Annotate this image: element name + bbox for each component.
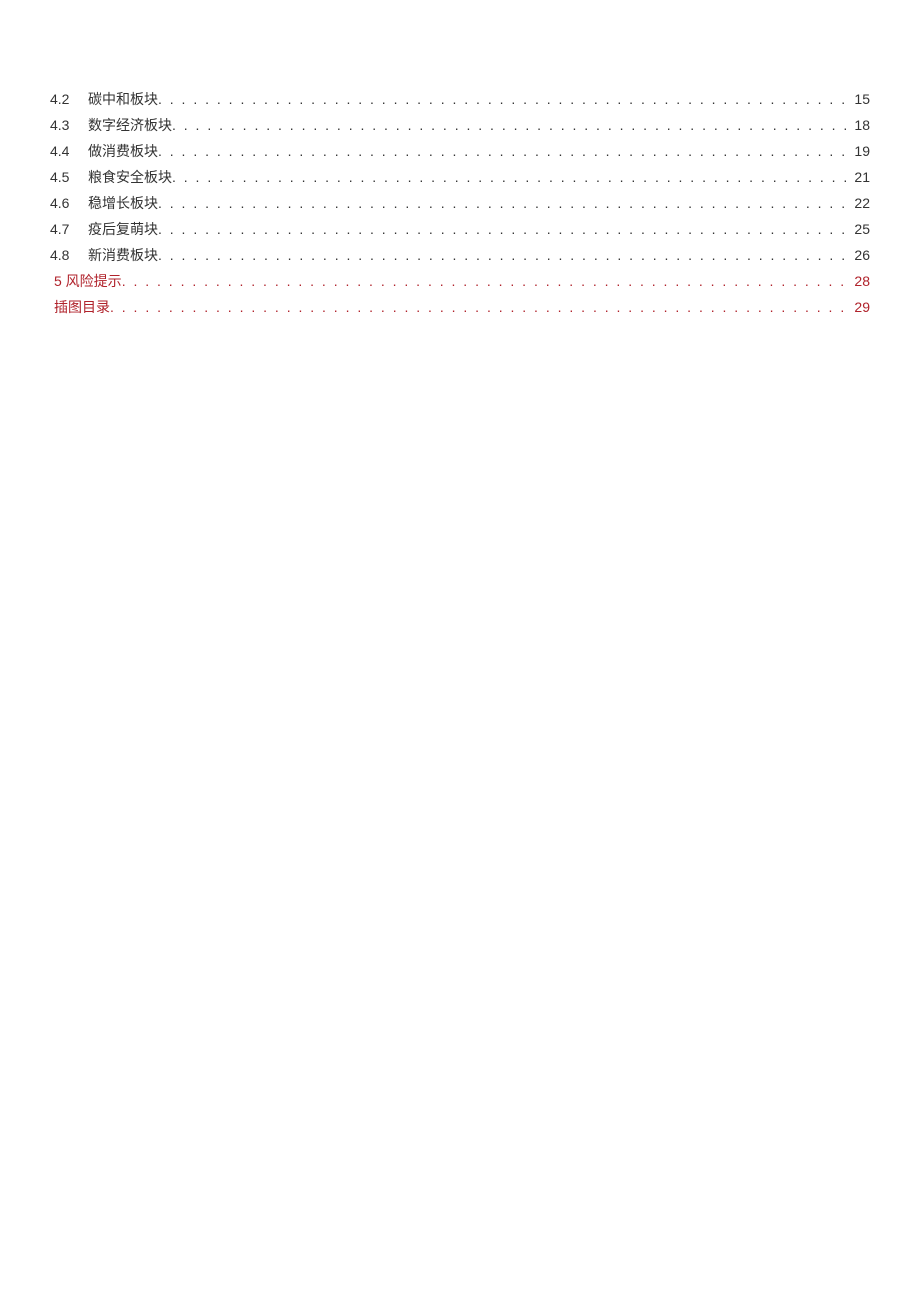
toc-page-number: 18 [850, 112, 870, 138]
toc-leader-dots [158, 86, 850, 112]
toc-entry-top[interactable]: 插图目录 29 [50, 294, 870, 320]
toc-number: 4.6 [50, 190, 84, 216]
toc-page-number: 28 [850, 268, 870, 294]
document-page: 4.2 碳中和板块 15 4.3 数字经济板块 18 4.4 做消费板块 19 … [0, 0, 920, 320]
toc-number: 4.5 [50, 164, 84, 190]
toc-number: 4.8 [50, 242, 84, 268]
toc-number: 4.2 [50, 86, 84, 112]
toc-entry[interactable]: 4.6 稳增长板块 22 [50, 190, 870, 216]
toc-page-number: 26 [850, 242, 870, 268]
toc-entry[interactable]: 4.3 数字经济板块 18 [50, 112, 870, 138]
toc-leader-dots [158, 138, 850, 164]
toc-leader-dots [122, 268, 850, 294]
toc-title: 疫后复萌块 [84, 216, 158, 242]
toc-title: 插图目录 [50, 294, 110, 320]
toc-number: 4.7 [50, 216, 84, 242]
toc-page-number: 19 [850, 138, 870, 164]
toc-number: 4.3 [50, 112, 84, 138]
toc-title: 做消费板块 [84, 138, 158, 164]
toc-leader-dots [110, 294, 850, 320]
toc-page-number: 25 [850, 216, 870, 242]
toc-leader-dots [172, 112, 850, 138]
toc-title: 新消费板块 [84, 242, 158, 268]
toc-title: 数字经济板块 [84, 112, 172, 138]
toc-page-number: 22 [850, 190, 870, 216]
toc-number: 4.4 [50, 138, 84, 164]
toc-entry[interactable]: 4.5 粮食安全板块 21 [50, 164, 870, 190]
toc-entry[interactable]: 4.8 新消费板块 26 [50, 242, 870, 268]
toc-page-number: 29 [850, 294, 870, 320]
toc-page-number: 15 [850, 86, 870, 112]
toc-entry[interactable]: 4.2 碳中和板块 15 [50, 86, 870, 112]
toc-page-number: 21 [850, 164, 870, 190]
toc-title: 稳增长板块 [84, 190, 158, 216]
toc-leader-dots [158, 216, 850, 242]
toc-title: 5 风险提示 [50, 268, 122, 294]
toc-leader-dots [172, 164, 850, 190]
toc-title: 粮食安全板块 [84, 164, 172, 190]
toc-leader-dots [158, 242, 850, 268]
toc-title: 碳中和板块 [84, 86, 158, 112]
toc-leader-dots [158, 190, 850, 216]
toc-entry[interactable]: 4.4 做消费板块 19 [50, 138, 870, 164]
toc-entry-top[interactable]: 5 风险提示 28 [50, 268, 870, 294]
toc-entry[interactable]: 4.7 疫后复萌块 25 [50, 216, 870, 242]
